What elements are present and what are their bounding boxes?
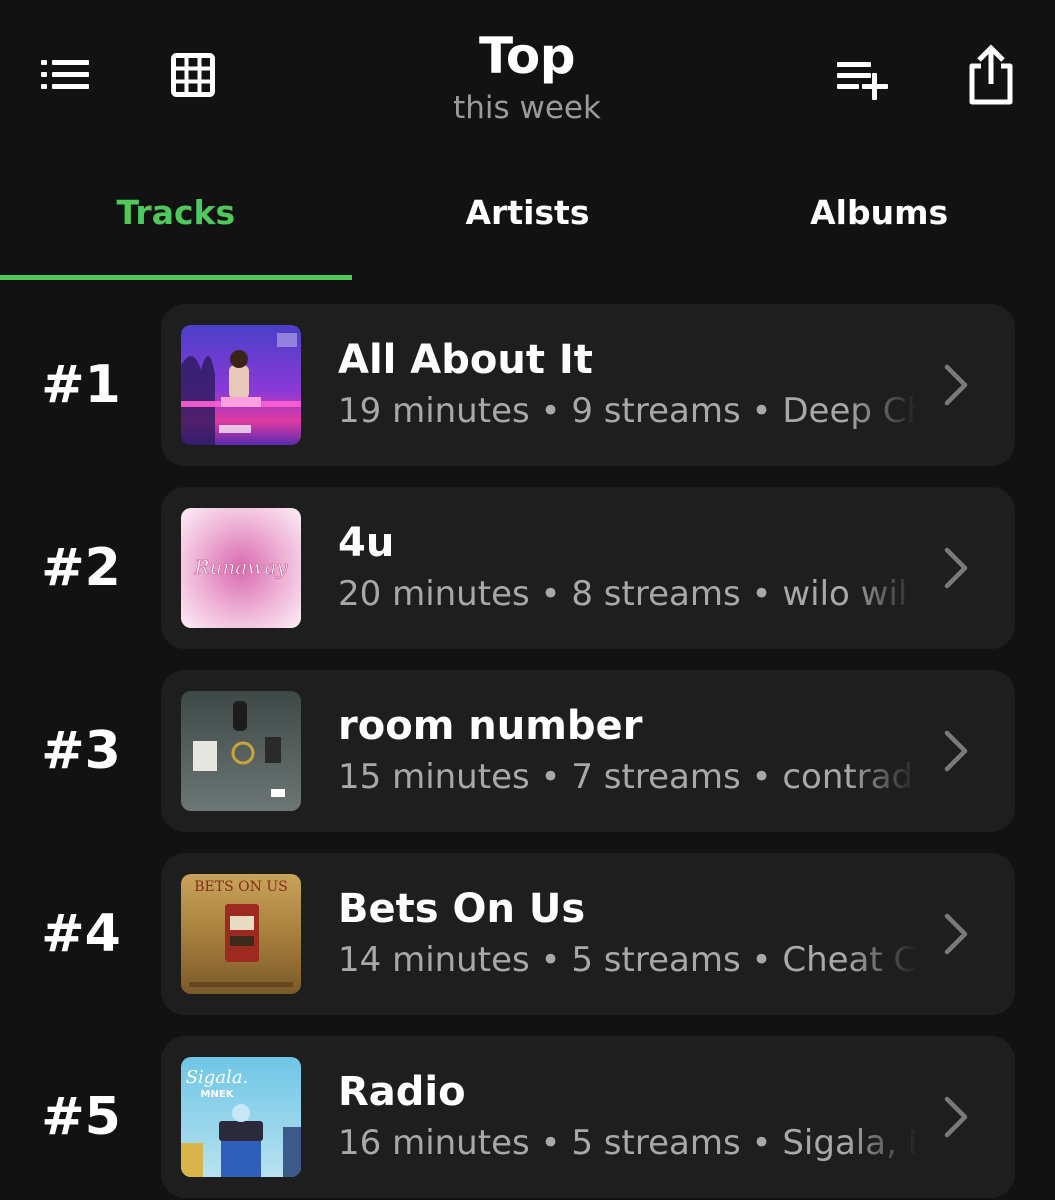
album-cover: Runaway [181, 508, 301, 628]
track-card[interactable]: Sigala. MNEK Radio 16 minutes • 5 stream… [161, 1036, 1015, 1198]
track-meta: 20 minutes • 8 streams • wilo wil [338, 574, 908, 614]
track-meta: 15 minutes • 7 streams • contrada [338, 757, 918, 797]
track-rank: #4 [41, 904, 121, 964]
track-row: #4 BETS ON US Bets On Us 14 minutes • 5 … [0, 853, 1055, 1015]
active-tab-indicator [0, 275, 352, 280]
chevron-right-icon [937, 728, 977, 774]
chevron-right-icon [937, 911, 977, 957]
top-header: Top this week [0, 0, 1055, 150]
track-meta: 16 minutes • 5 streams • Sigala, M [338, 1123, 918, 1163]
album-cover [181, 691, 301, 811]
track-rank: #2 [41, 538, 121, 598]
svg-text:MNEK: MNEK [201, 1089, 235, 1100]
track-card[interactable]: room number 15 minutes • 7 streams • con… [161, 670, 1015, 832]
album-cover: Sigala. MNEK [181, 1057, 301, 1177]
track-card[interactable]: BETS ON US Bets On Us 14 minutes • 5 str… [161, 853, 1015, 1015]
tab-tracks-label: Tracks [116, 193, 236, 232]
album-cover [181, 325, 301, 445]
svg-text:BETS ON US: BETS ON US [194, 879, 287, 895]
grid-view-icon[interactable] [166, 48, 220, 102]
track-row: #5 Sigala. MNEK Radio 16 minutes • 5 str… [0, 1036, 1055, 1198]
share-icon[interactable] [962, 40, 1020, 110]
chevron-right-icon [937, 362, 977, 408]
track-title: Bets On Us [338, 886, 586, 932]
list-view-icon[interactable] [36, 50, 94, 100]
track-row: #3 room number 15 minutes • 7 streams • … [0, 670, 1055, 832]
chevron-right-icon [937, 545, 977, 591]
tab-bar: Tracks Artists Albums [0, 180, 1055, 280]
add-to-queue-icon[interactable] [832, 52, 894, 104]
track-card[interactable]: All About It 19 minutes • 9 streams • De… [161, 304, 1015, 466]
tab-artists[interactable]: Artists [352, 180, 704, 280]
track-rank: #1 [41, 355, 121, 415]
track-meta: 14 minutes • 5 streams • Cheat C [338, 940, 918, 980]
album-cover: BETS ON US [181, 874, 301, 994]
track-row: #1 All About It 19 minutes • 9 streams •… [0, 304, 1055, 466]
track-title: All About It [338, 337, 593, 383]
tab-albums[interactable]: Albums [703, 180, 1055, 280]
track-rank: #5 [41, 1087, 121, 1147]
chevron-right-icon [937, 1094, 977, 1140]
svg-text:Runaway: Runaway [193, 555, 288, 579]
track-rank: #3 [41, 721, 121, 781]
track-card[interactable]: Runaway 4u 20 minutes • 8 streams • wilo… [161, 487, 1015, 649]
page-subtitle: this week [453, 90, 601, 126]
tab-albums-label: Albums [810, 193, 949, 232]
track-row: #2 Runaway 4u 20 minutes • 8 streams • w… [0, 487, 1055, 649]
tab-artists-label: Artists [465, 193, 590, 232]
track-meta: 19 minutes • 9 streams • Deep Ch [338, 391, 918, 431]
page-title: Top [478, 27, 576, 85]
svg-text:Sigala.: Sigala. [186, 1067, 249, 1088]
title-block: Top this week [327, 24, 727, 128]
track-title: room number [338, 703, 643, 749]
track-title: Radio [338, 1069, 466, 1115]
tab-tracks[interactable]: Tracks [0, 180, 352, 280]
track-title: 4u [338, 520, 395, 566]
